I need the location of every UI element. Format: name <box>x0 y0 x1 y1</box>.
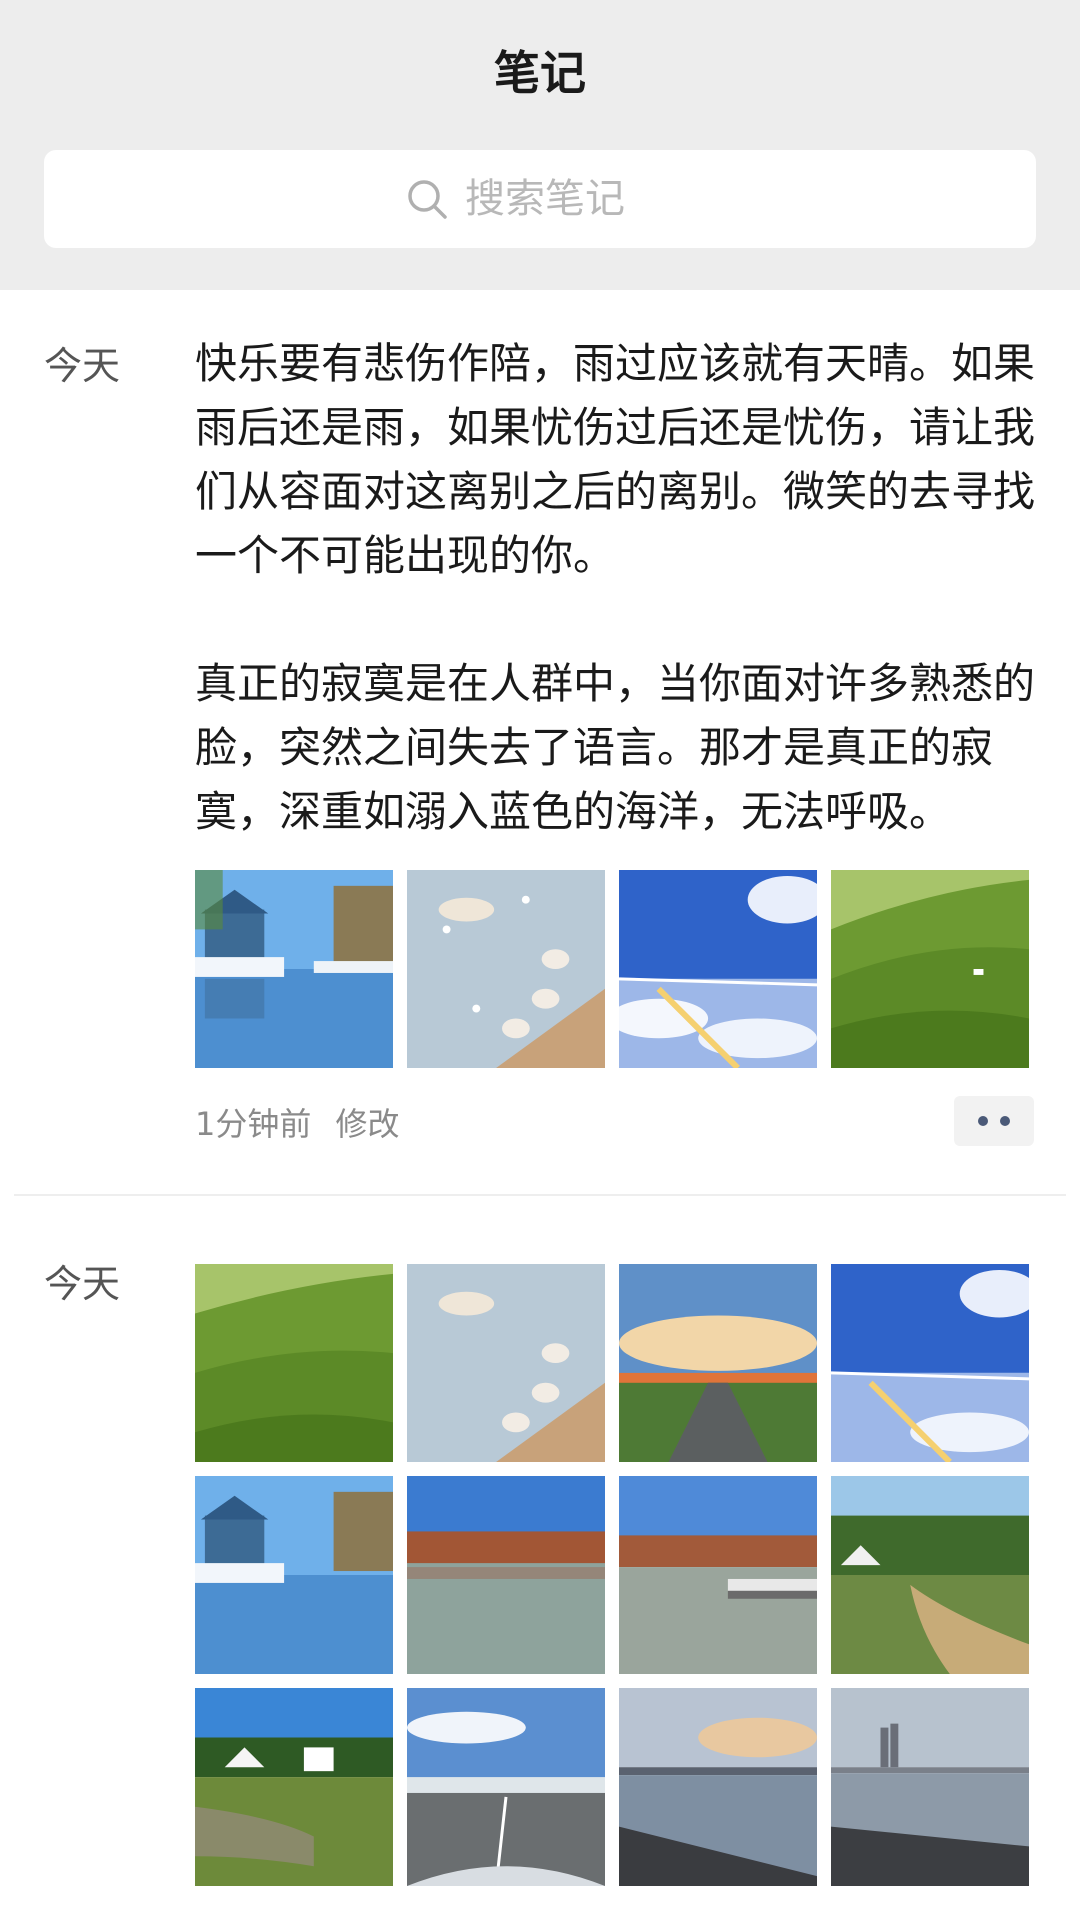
image-thumbnail-sunset-road[interactable] <box>619 1264 817 1462</box>
bridge-highway-image <box>407 1688 605 1886</box>
lake-dock-image <box>619 1476 817 1674</box>
edit-label: 修改 <box>335 1105 400 1143</box>
lake-red-trees-image <box>407 1476 605 1674</box>
search-input[interactable] <box>465 176 675 222</box>
seagulls-image <box>407 870 605 1068</box>
image-thumbnail-sky-clouds[interactable] <box>619 870 817 1068</box>
note-time: 1分钟前 <box>195 1105 312 1143</box>
more-options-button[interactable] <box>954 1096 1034 1146</box>
seagulls-image <box>407 1264 605 1462</box>
image-thumbnail-lake-dock[interactable] <box>619 1476 817 1674</box>
note-paragraph: 真正的寂寞是在人群中，当你面对许多熟悉的脸，突然之间失去了语言。那才是真正的寂寞… <box>195 659 1036 836</box>
image-thumbnail-dusk-shoreline[interactable] <box>619 1688 817 1886</box>
note-card[interactable]: 今天 <box>0 1196 1080 1920</box>
search-icon <box>408 180 447 219</box>
image-thumbnail-riverside-tents[interactable] <box>831 1476 1029 1674</box>
sunset-road-image <box>619 1264 817 1462</box>
image-thumbnail-seagulls[interactable] <box>407 1264 605 1462</box>
snowy-street-image <box>195 870 393 1068</box>
image-thumbnail-city-skyline-shore[interactable] <box>831 1688 1029 1886</box>
image-thumbnail-seagulls[interactable] <box>407 870 605 1068</box>
sky-clouds-image <box>619 870 817 1068</box>
image-thumbnail-sky-clouds[interactable] <box>831 1264 1029 1462</box>
note-image-grid <box>195 1264 1035 1886</box>
note-meta: 1分钟前 修改 <box>195 1102 400 1146</box>
dusk-shoreline-image <box>619 1688 817 1886</box>
header-bar: 笔记 <box>0 0 1080 290</box>
green-hills-image <box>831 870 1029 1068</box>
note-text: 快乐要有悲伤作陪，雨过应该就有天晴。如果雨后还是雨，如果忧伤过后还是忧伤，请让我… <box>195 332 1035 844</box>
note-date: 今天 <box>44 344 121 388</box>
more-dots-icon <box>1000 1116 1010 1126</box>
sky-clouds-image <box>831 1264 1029 1462</box>
note-date: 今天 <box>44 1262 121 1306</box>
image-thumbnail-snowy-street[interactable] <box>195 1476 393 1674</box>
image-thumbnail-green-hills[interactable] <box>831 870 1029 1068</box>
image-thumbnail-bridge-highway[interactable] <box>407 1688 605 1886</box>
snowy-street-image <box>195 1476 393 1674</box>
search-bar[interactable] <box>44 150 1036 248</box>
note-card[interactable]: 今天 快乐要有悲伤作陪，雨过应该就有天晴。如果雨后还是雨，如果忧伤过后还是忧伤，… <box>0 290 1080 1196</box>
image-thumbnail-snowy-street[interactable] <box>195 870 393 1068</box>
image-thumbnail-park-tents[interactable] <box>195 1688 393 1886</box>
riverside-tents-image <box>831 1476 1029 1674</box>
more-dots-icon <box>978 1116 988 1126</box>
image-thumbnail-green-hills[interactable] <box>195 1264 393 1462</box>
page-title: 笔记 <box>494 46 586 100</box>
note-paragraph: 快乐要有悲伤作陪，雨过应该就有天晴。如果雨后还是雨，如果忧伤过后还是忧伤，请让我… <box>195 339 1036 580</box>
image-thumbnail-lake-red-trees[interactable] <box>407 1476 605 1674</box>
note-image-grid <box>195 870 1035 1068</box>
park-tents-image <box>195 1688 393 1886</box>
city-skyline-shore-image <box>831 1688 1029 1886</box>
green-hills-image <box>195 1264 393 1462</box>
